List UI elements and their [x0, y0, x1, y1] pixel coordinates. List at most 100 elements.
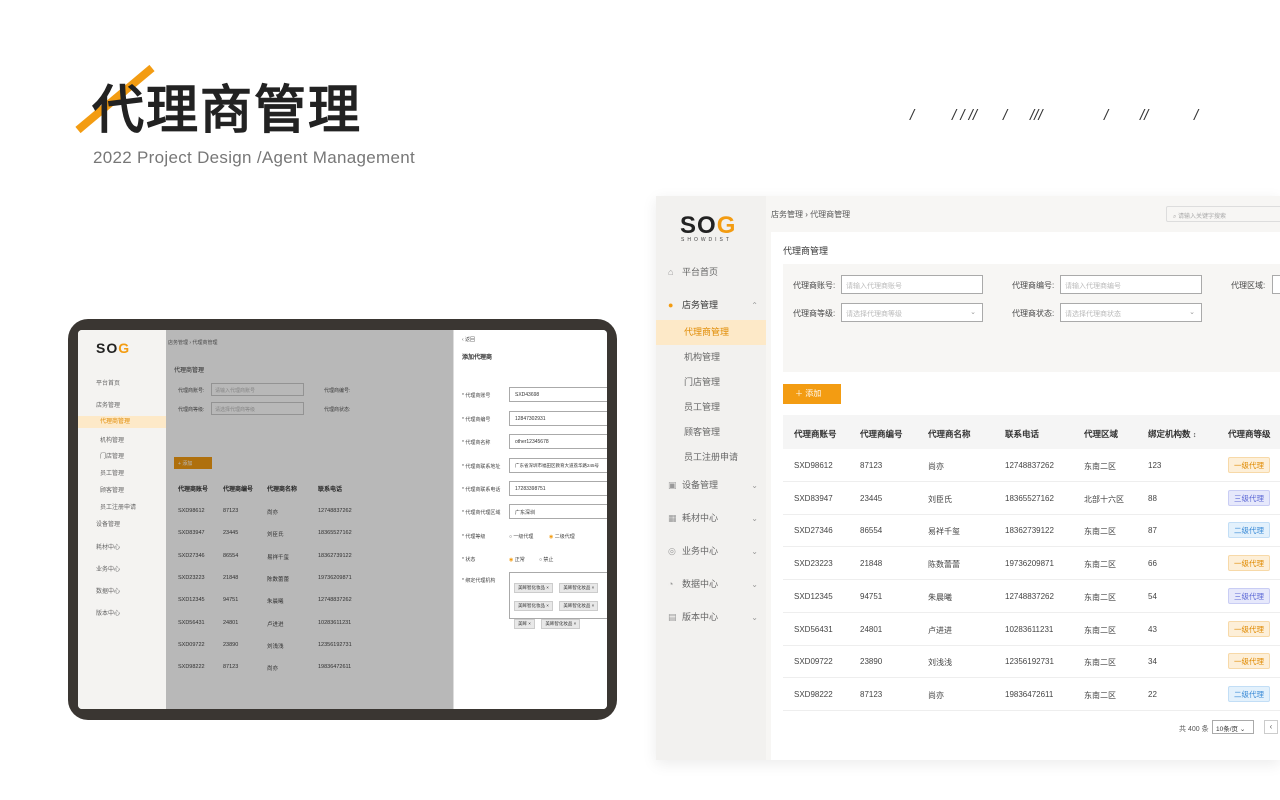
- org-tag[interactable]: 美眸智化妆品 ×: [514, 601, 553, 611]
- th-count[interactable]: 绑定机构数 ↕: [1148, 428, 1196, 440]
- mini-nav-staff[interactable]: 员工管理: [78, 468, 166, 477]
- table-row[interactable]: SXD98612 87123 尚亦 12748837262 东南二区 123 一级代理: [783, 449, 1280, 482]
- org-tag[interactable]: 美眸智化妆品 ×: [514, 583, 553, 593]
- drawer-back-link[interactable]: ‹ 返回: [462, 336, 475, 343]
- search-input[interactable]: ⌕ 请输入关键字搜索: [1166, 206, 1280, 222]
- sidebar-item-store[interactable]: ● 店务管理 ⌃: [656, 293, 766, 318]
- field-label: * 代理商账号: [462, 393, 491, 399]
- mini-nav-store[interactable]: 店务管理: [78, 400, 166, 409]
- code-filter-input[interactable]: 请输入代理商编号: [1060, 275, 1202, 294]
- sidebar-item-home[interactable]: ⌂ 平台首页: [656, 260, 766, 285]
- table-cell-code: 86554: [860, 526, 883, 536]
- table-cell-name: 刘浅浅: [928, 658, 952, 668]
- status-radio-2[interactable]: ○ 禁止: [539, 556, 553, 563]
- page-size-select[interactable]: 10条/页 ⌄: [1212, 720, 1254, 734]
- search-icon: ⌕: [1173, 214, 1177, 220]
- table-cell-code: 87123: [860, 689, 883, 699]
- table-row[interactable]: SXD23223 21848 陈数蕾蕾 19736209871 东南二区 66 一级代理: [783, 547, 1280, 581]
- sidebar-item-data[interactable]: ◔ 数据中心 ⌄: [656, 572, 766, 597]
- plus-icon: ＋: [795, 389, 803, 398]
- mini-nav-data[interactable]: 数据中心: [78, 586, 166, 595]
- table-row[interactable]: SXD83947 23445 刘臣氏 18365527162 北部十六区 88 三级代理: [783, 482, 1280, 515]
- sidebar-item-supplies[interactable]: ▦ 耗材中心 ⌄: [656, 506, 766, 531]
- status-filter-select[interactable]: 请选择代理商状态 ⌄: [1060, 303, 1202, 322]
- account-filter-input[interactable]: 请输入代理商账号: [841, 275, 983, 294]
- sidebar-item-shop[interactable]: 门店管理: [656, 370, 766, 395]
- sidebar-item-customer[interactable]: 顾客管理: [656, 420, 766, 445]
- account-field[interactable]: SXD43698: [509, 387, 607, 402]
- table-cell-phone: 12748837262: [1005, 461, 1054, 470]
- version-icon: ▤: [668, 612, 677, 622]
- table-cell-name: 刘臣氏: [928, 494, 952, 504]
- mini-nav-supplies[interactable]: 耗材中心: [78, 542, 166, 551]
- table-cell-phone: 19836472611: [1005, 689, 1054, 699]
- hero-title: 代理商管理: [92, 81, 363, 141]
- sidebar-item-staff[interactable]: 员工管理: [656, 395, 766, 420]
- sidebar-item-register[interactable]: 员工注册申请: [656, 445, 766, 470]
- mini-nav-home[interactable]: 平台首页: [78, 378, 166, 387]
- field-label: * 状态: [462, 557, 476, 563]
- table-cell-account: SXD23223: [794, 559, 833, 569]
- code-field[interactable]: 12847302931: [509, 411, 607, 426]
- th-code: 代理商编号: [860, 429, 903, 439]
- name-field[interactable]: other12345678: [509, 434, 607, 449]
- level-badge: 三级代理: [1228, 587, 1270, 604]
- org-tag[interactable]: 美眸智化妆品 ×: [559, 601, 599, 611]
- org-tag[interactable]: 美眸智化妆品 ×: [541, 619, 581, 629]
- chevron-down-icon: ⌄: [751, 481, 758, 490]
- table-row[interactable]: SXD12345 94751 朱晨曦 12748837262 东南二区 54 三级代理: [783, 580, 1280, 613]
- table-cell-account: SXD98612: [794, 461, 833, 470]
- level-radio-2[interactable]: ◉ 二级代理: [549, 533, 575, 540]
- table-cell-code: 94751: [860, 591, 883, 601]
- deco-slash: /: [1194, 107, 1199, 124]
- add-button[interactable]: ＋ 添加: [783, 384, 841, 404]
- table-cell-code: 23445: [860, 493, 883, 503]
- level-radio-1[interactable]: ○ 一级代理: [509, 533, 533, 540]
- field-label: * 代理商联系地址: [462, 464, 501, 470]
- mini-nav-org[interactable]: 机构管理: [78, 435, 166, 444]
- table-row[interactable]: SXD98222 87123 尚亦 19836472611 东南二区 22 二级代理: [783, 678, 1280, 711]
- org-tag[interactable]: 美眸 ×: [514, 619, 535, 629]
- table-row[interactable]: SXD27346 86554 易祥千玺 18362739122 东南二区 87 二级代理: [783, 514, 1280, 548]
- phone-field[interactable]: 17283398751: [509, 481, 607, 496]
- table-cell-name: 朱晨曦: [928, 592, 952, 602]
- th-name: 代理商名称: [928, 429, 971, 439]
- table-cell-count: 43: [1148, 624, 1157, 634]
- field-label: * 代理商代理区域: [462, 510, 501, 516]
- modal-overlay[interactable]: [166, 330, 453, 709]
- prev-page-button[interactable]: ‹: [1264, 720, 1278, 734]
- filter-panel: 代理商账号: 请输入代理商账号 代理商编号: 请输入代理商编号 代理区域: 代理…: [783, 264, 1280, 372]
- table-cell-phone: 12356192731: [1005, 657, 1054, 667]
- table-row[interactable]: SXD56431 24801 卢进进 10283611231 东南二区 43 一级代理: [783, 613, 1280, 646]
- chevron-down-icon: ⌄: [751, 547, 758, 556]
- pagination-total: 共 400 条: [1179, 726, 1209, 733]
- sidebar-item-device[interactable]: ▣ 设备管理 ⌄: [656, 473, 766, 498]
- org-tag[interactable]: 美眸智化妆品 ×: [559, 583, 599, 593]
- level-badge: 二级代理: [1228, 685, 1270, 702]
- deco-slash: ///: [1030, 107, 1043, 124]
- sidebar-item-org[interactable]: 机构管理: [656, 345, 766, 370]
- mini-nav-business[interactable]: 业务中心: [78, 564, 166, 573]
- mini-nav-device[interactable]: 设备管理: [78, 519, 166, 528]
- region-filter-select[interactable]: [1272, 275, 1280, 294]
- level-badge: 一级代理: [1228, 555, 1270, 572]
- sort-icon[interactable]: ↕: [1193, 432, 1197, 439]
- level-badge: 一级代理: [1228, 653, 1270, 670]
- address-field[interactable]: 广东省深圳市福田区教育大道荔华路245号: [509, 458, 607, 473]
- status-radio-1[interactable]: ◉ 正常: [509, 556, 525, 563]
- mini-nav-agent[interactable]: 代理商管理: [78, 416, 166, 428]
- breadcrumb-parent[interactable]: 店务管理: [771, 210, 803, 219]
- sidebar-item-agent[interactable]: 代理商管理: [656, 320, 766, 345]
- mini-nav-shop[interactable]: 门店管理: [78, 451, 166, 460]
- mini-nav-version[interactable]: 版本中心: [78, 608, 166, 617]
- table-row[interactable]: SXD09722 23890 刘浅浅 12356192731 东南二区 34 一级代理: [783, 645, 1280, 679]
- bind-org-tag-input[interactable]: 美眸智化妆品 × 美眸智化妆品 × 美眸智化妆品 × 美眸智化妆品 × 美眸 ×…: [509, 572, 607, 629]
- sidebar-item-version[interactable]: ▤ 版本中心 ⌄: [656, 605, 766, 630]
- store-icon: ●: [668, 300, 674, 310]
- table-cell-count: 88: [1148, 493, 1157, 503]
- level-filter-select[interactable]: 请选择代理商等级 ⌄: [841, 303, 983, 322]
- mini-nav-customer[interactable]: 顾客管理: [78, 485, 166, 494]
- mini-nav-register[interactable]: 员工注册申请: [78, 502, 166, 511]
- sidebar-item-business[interactable]: ◎ 业务中心 ⌄: [656, 539, 766, 564]
- region-select[interactable]: 广东深圳: [509, 504, 607, 519]
